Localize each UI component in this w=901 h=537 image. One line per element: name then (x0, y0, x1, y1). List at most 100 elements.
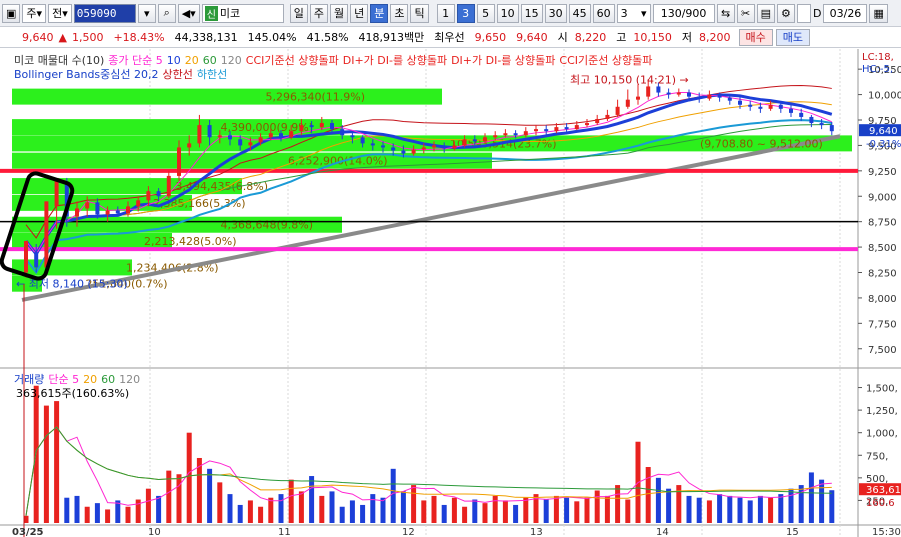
volume-bar (666, 488, 672, 523)
prev-select[interactable]: 전 ▾ (48, 3, 72, 23)
volume-bar (84, 506, 90, 523)
turnover-rate: 41.58% (306, 30, 349, 44)
tab-minute-6[interactable]: 45 (568, 3, 591, 23)
tab-minute-7[interactable]: 60 (592, 3, 615, 23)
candle-body (523, 131, 528, 136)
crosshair-icon[interactable]: ✂ (736, 3, 755, 23)
stock-name-field[interactable]: 신 미코 (201, 3, 284, 23)
volume-bar (400, 491, 406, 523)
candle-body (85, 202, 90, 209)
volume-bar (441, 504, 447, 523)
tab-interval-0[interactable]: 일 (289, 3, 308, 23)
tab-minute-0[interactable]: 1 (436, 3, 455, 23)
volume-bar (186, 432, 192, 523)
candle-body (279, 133, 283, 138)
tab-minute-2[interactable]: 5 (476, 3, 495, 23)
price-tick-label: 8,250 (868, 269, 897, 280)
time-label: 03/25 (12, 527, 44, 537)
candle-body (34, 252, 39, 268)
candle-body (248, 142, 253, 146)
candle-body (258, 137, 263, 143)
volume-bar (380, 497, 386, 523)
candle-body (421, 147, 426, 150)
candle-body (330, 123, 334, 130)
volume-bar (258, 506, 264, 523)
candle-body (228, 135, 232, 140)
sell-button[interactable]: 매도 (775, 28, 811, 46)
volume-bar (594, 490, 600, 523)
volume-bar (768, 497, 774, 523)
tab-interval-5[interactable]: 초 (390, 3, 409, 23)
volume-bar (156, 495, 162, 523)
volume-tick-label: 1,250, (866, 406, 898, 417)
stock-name: 미코 (219, 7, 241, 20)
candle-body (748, 104, 753, 107)
d-checkbox[interactable] (796, 3, 811, 23)
lc-label: LC:18, (862, 52, 894, 63)
tab-interval-2[interactable]: 월 (329, 3, 349, 23)
speaker-icon[interactable]: ◀▾ (177, 3, 200, 23)
tab-interval-4[interactable]: 분 (370, 3, 389, 23)
candle-body (95, 202, 100, 215)
price-tick-label: 9,000 (868, 192, 897, 203)
candle-body (656, 86, 661, 93)
tab-minute-1[interactable]: 3 (456, 3, 475, 23)
volume-band-label: 4,390,000(9.9%) (221, 121, 314, 134)
scroll-icon[interactable]: ⇆ (716, 3, 735, 23)
tab-interval-6[interactable]: 틱 (410, 3, 429, 23)
candle-body (177, 147, 181, 176)
candle-body (819, 123, 824, 126)
minute-select[interactable]: 3 ▾ (616, 3, 651, 23)
volume-band-label: 5,296,340(11.9%) (266, 91, 366, 104)
candle-body (432, 145, 436, 148)
tab-minute-3[interactable]: 10 (496, 3, 519, 23)
interval-tabs: 일주월년분초틱 (289, 3, 431, 23)
candle-body (238, 139, 243, 146)
count-field[interactable]: 130/900 (652, 3, 715, 23)
candle-body (391, 147, 396, 151)
volume-bar (492, 495, 498, 523)
volume-bar (706, 500, 712, 523)
volume-tick-label: 500, (866, 474, 888, 485)
tab-minute-5[interactable]: 30 (544, 3, 567, 23)
candle-body (676, 92, 681, 95)
gear-icon[interactable]: ⚙ (776, 3, 795, 23)
stock-code-input[interactable] (73, 3, 136, 23)
volume-bar (747, 500, 753, 523)
candle-body (156, 191, 161, 197)
search-icon[interactable]: ⌕ (157, 3, 176, 23)
buy-button[interactable]: 매수 (738, 28, 773, 46)
period-select[interactable]: 주 ▾ (22, 3, 47, 23)
volume-bar (808, 472, 814, 523)
candle-body (585, 123, 589, 126)
change-rate: +18.43% (113, 30, 165, 44)
candle-body (319, 123, 324, 128)
tab-interval-3[interactable]: 년 (350, 3, 369, 23)
volume-bar (94, 503, 100, 523)
volume-ratio: 145.04% (247, 30, 297, 44)
code-dropdown-button[interactable]: ▾ (137, 3, 156, 23)
calendar-icon[interactable]: ▦ (869, 3, 888, 23)
save-icon[interactable]: ▤ (756, 3, 775, 23)
volume-bar (298, 491, 304, 523)
candle-body (166, 175, 171, 197)
volume-band (12, 152, 492, 169)
quote-bar: 9,640 ▲ 1,500 +18.43% 44,338,131 145.04%… (0, 27, 901, 48)
volume-bar (268, 497, 274, 523)
candle-body (789, 108, 793, 113)
tab-interval-1[interactable]: 주 (309, 3, 328, 23)
volume-bar (360, 504, 366, 523)
layout-icon[interactable]: ▣ (2, 3, 21, 23)
bollinger-legend-item-0: Bollinger Bands중심선 20,2 (14, 68, 159, 81)
price-chart[interactable]: 5,296,340(11.9%)4,390,000(9.9%)10,593,51… (0, 49, 901, 537)
minute-tabs: 1 3 5 10 15 30 45 60 (436, 3, 617, 23)
price-tick-label: 8,000 (868, 294, 897, 305)
volume-tick-label: 1,000, (866, 429, 898, 440)
volume-bar (819, 479, 825, 523)
current-price-label: 9,640 (869, 126, 898, 137)
date-field[interactable]: 03/26 (823, 3, 868, 23)
time-label: 15:30 (872, 527, 901, 537)
prev-label: 전 (52, 7, 63, 20)
high-price: 10,150 (633, 30, 672, 44)
tab-minute-4[interactable]: 15 (520, 3, 543, 23)
